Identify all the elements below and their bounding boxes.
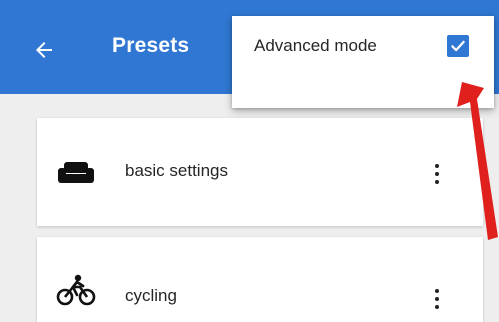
arrow-left-icon [36, 42, 52, 58]
preset-label: basic settings [125, 161, 228, 180]
overflow-menu-popup: Advanced mode [232, 16, 494, 108]
presets-screen: Presets basic settings cycling Advanced … [0, 0, 499, 322]
preset-label: cycling [125, 286, 177, 305]
preset-item-cycling[interactable]: cycling [37, 237, 483, 322]
preset-item-basic-settings[interactable]: basic settings [37, 118, 483, 226]
menu-item-advanced-mode[interactable]: Advanced mode [232, 16, 494, 108]
more-vertical-icon[interactable] [421, 279, 453, 319]
more-vertical-icon[interactable] [421, 154, 453, 194]
checkbox-checked-icon[interactable] [447, 35, 469, 57]
page-title: Presets [112, 34, 190, 57]
back-button[interactable] [22, 28, 66, 72]
menu-item-label: Advanced mode [254, 36, 377, 55]
sofa-icon [55, 158, 97, 188]
cyclist-icon [55, 274, 97, 306]
